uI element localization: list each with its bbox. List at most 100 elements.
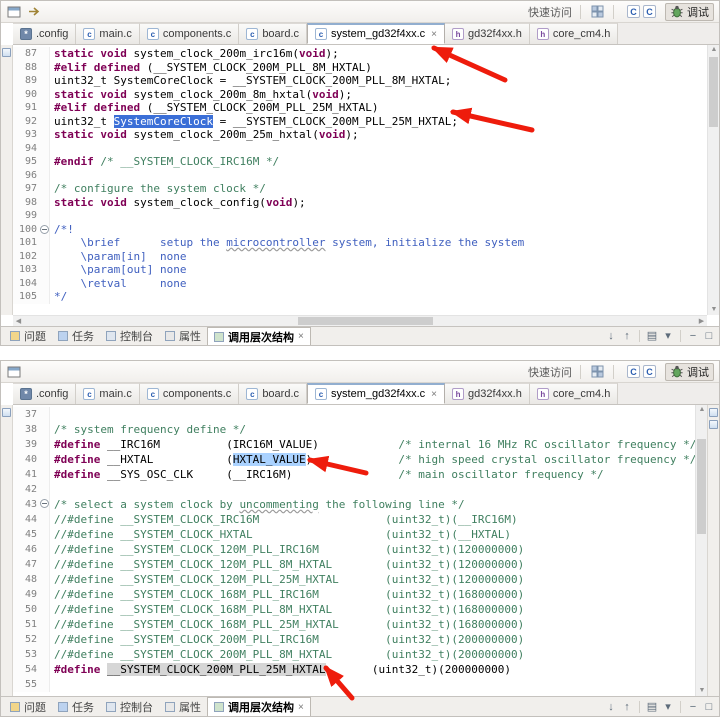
code-token: SystemCoreClock [113, 114, 213, 128]
editor-tab-config[interactable]: * .config [13, 23, 77, 44]
view-tab-problems[interactable]: 问题 [4, 327, 52, 345]
view-tab-label: 调用层次结构 [228, 331, 294, 344]
view-menu-icon[interactable]: ▾ [661, 329, 675, 343]
next-element-icon[interactable]: ↓ [604, 329, 618, 343]
view-tab-label: 任务 [72, 701, 94, 714]
code-text: uint32_t SystemCoreClock = __SYSTEM_CLOC… [50, 114, 458, 129]
vertical-scrollbar-thumb[interactable] [709, 57, 718, 127]
fold-collapse-icon[interactable] [39, 224, 49, 234]
quick-access-link[interactable]: 快速访问 [528, 4, 572, 20]
h-file-icon: h [536, 388, 549, 400]
screenshot-top: 快速访问 C C 调试 * .config c main.c c components.c… [0, 0, 720, 346]
view-tab-properties[interactable]: 属性 [159, 697, 207, 716]
scroll-up-icon[interactable]: ▲ [708, 45, 719, 55]
view-menu-icon[interactable]: ▾ [661, 700, 675, 714]
quick-access-link[interactable]: 快速访问 [528, 364, 572, 380]
outline-view-icon[interactable] [709, 420, 718, 429]
perspective-grid-icon [591, 5, 603, 18]
restore-outline-view-icon[interactable] [709, 408, 718, 417]
editor-tab-components-c[interactable]: c components.c [139, 383, 240, 404]
code-token: HXTAL_VALUE [232, 453, 306, 466]
debug-perspective-button[interactable]: 调试 [665, 2, 714, 21]
view-tab-console[interactable]: 控制台 [100, 697, 159, 716]
view-tab-console[interactable]: 控制台 [100, 327, 159, 345]
editor-tab-system-gd32f4xx-c[interactable]: c system_gd32f4xx.c × [307, 23, 446, 44]
vertical-scrollbar[interactable]: ▲ ▼ [695, 405, 707, 696]
window-icon[interactable] [6, 364, 22, 380]
vertical-scrollbar-thumb[interactable] [697, 439, 706, 534]
fold-bar [39, 467, 50, 482]
code-text: //#define __SYSTEM_CLOCK_200M_PLL_IRC16M… [50, 632, 524, 647]
line-number: 94 [13, 141, 39, 155]
code-editor[interactable]: 37 38 /* system frequency define */ 39 #defi… [13, 405, 695, 696]
layout-icon[interactable]: ▤ [645, 329, 659, 343]
view-tab-call-hierarchy[interactable]: 调用层次结构 × [207, 327, 311, 345]
restore-view-icon[interactable] [2, 408, 11, 417]
layout-icon[interactable]: ▤ [645, 700, 659, 714]
code-line-54: 54 #define __SYSTEM_CLOCK_200M_PLL_25M_HX… [13, 662, 695, 677]
fold-collapse-icon[interactable] [39, 499, 49, 508]
scroll-down-icon[interactable]: ▼ [708, 305, 719, 315]
editor-tab-gd32f4xx-h[interactable]: h gd32f4xx.h [445, 23, 530, 44]
code-token: __HXTAL ( [100, 453, 233, 466]
view-tabbar: 问题 任务 控制台 属性 调用层次结构 × ↓ ↑ ▤ ▾ − □ [1, 696, 719, 716]
horizontal-scrollbar-thumb[interactable] [298, 317, 433, 325]
editor-tab-board-c[interactable]: c board.c [239, 23, 308, 44]
view-tab-properties[interactable]: 属性 [159, 327, 207, 345]
open-perspective-icon[interactable] [589, 364, 605, 380]
code-token: \param[in] none [54, 249, 187, 263]
code-token: the following line */ [318, 498, 465, 511]
code-text: uint32_t SystemCoreClock = __SYSTEM_CLOC… [50, 74, 451, 88]
line-number: 87 [13, 47, 39, 61]
view-tab-tasks[interactable]: 任务 [52, 697, 100, 716]
line-number: 97 [13, 182, 39, 196]
minimize-icon[interactable]: − [686, 329, 700, 343]
view-tab-tasks[interactable]: 任务 [52, 327, 100, 345]
line-number: 37 [13, 407, 39, 422]
editor-tab-system-gd32f4xx-c[interactable]: c system_gd32f4xx.c × [307, 383, 446, 404]
editor-tab-main-c[interactable]: c main.c [76, 383, 140, 404]
fold-bar [39, 290, 50, 304]
restore-view-icon[interactable] [2, 48, 11, 57]
tab-label: .config [36, 388, 69, 400]
editor-tab-config[interactable]: * .config [13, 383, 77, 404]
view-close-icon[interactable]: × [298, 331, 304, 342]
previous-element-icon[interactable]: ↑ [620, 700, 634, 714]
code-editor[interactable]: 87 static void system_clock_200m_irc16m(v… [13, 45, 707, 315]
vertical-scrollbar[interactable]: ▲ ▼ [707, 45, 719, 315]
editor-tab-components-c[interactable]: c components.c [139, 23, 240, 44]
code-token: \param[out] none [54, 263, 187, 276]
editor-tab-main-c[interactable]: c main.c [76, 23, 140, 44]
view-tab-call-hierarchy[interactable]: 调用层次结构 × [207, 697, 311, 716]
forward-nav-icon[interactable] [26, 4, 42, 20]
horizontal-scrollbar[interactable]: ◀ ▶ [13, 315, 707, 326]
fold-bar [39, 114, 50, 128]
tab-close-icon[interactable]: × [431, 29, 437, 40]
next-element-icon[interactable]: ↓ [604, 700, 618, 714]
editor-tab-core-cm4-h[interactable]: h core_cm4.h [529, 383, 619, 404]
maximize-icon[interactable]: □ [702, 700, 716, 714]
window-icon[interactable] [6, 4, 22, 20]
main-toolbar: 快速访问 C C 调试 [1, 361, 719, 383]
code-token: /* internal 16 MHz RC oscillator frequen… [398, 438, 695, 451]
open-perspective-icon[interactable] [589, 4, 605, 20]
editor-tab-board-c[interactable]: c board.c [239, 383, 308, 404]
previous-element-icon[interactable]: ↑ [620, 329, 634, 343]
maximize-icon[interactable]: □ [702, 329, 716, 343]
view-tab-problems[interactable]: 问题 [4, 697, 52, 716]
debug-perspective-button[interactable]: 调试 [665, 362, 714, 381]
c-cpp-perspective-button[interactable]: C C [622, 3, 661, 21]
fold-bar [39, 236, 50, 250]
code-token: /* configure the system clock */ [54, 182, 266, 195]
editor-tab-gd32f4xx-h[interactable]: h gd32f4xx.h [445, 383, 530, 404]
tab-close-icon[interactable]: × [431, 389, 437, 400]
tab-label: board.c [262, 388, 300, 400]
editor-tab-core-cm4-h[interactable]: h core_cm4.h [529, 23, 619, 44]
code-text: #define __HXTAL (HXTAL_VALUE) /* high sp… [50, 452, 695, 467]
code-text: static void system_clock_200m_8m_hxtal(v… [50, 88, 352, 102]
fold-bar [39, 482, 50, 497]
view-close-icon[interactable]: × [298, 702, 304, 713]
minimize-icon[interactable]: − [686, 700, 700, 714]
c-cpp-perspective-button[interactable]: C C [622, 363, 661, 381]
line-number: 41 [13, 467, 39, 482]
